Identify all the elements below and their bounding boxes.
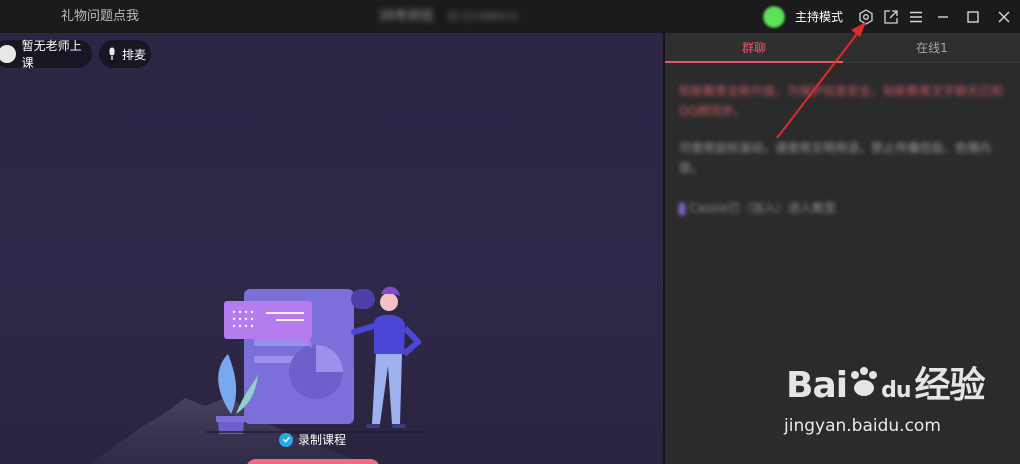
- record-course-toggle[interactable]: 录制课程: [279, 431, 346, 448]
- watermark-bai: Bai: [786, 365, 848, 406]
- popout-icon: [883, 9, 898, 24]
- maximize-button[interactable]: [958, 0, 988, 33]
- host-mode-button[interactable]: 主持模式: [795, 8, 843, 25]
- record-course-label: 录制课程: [298, 433, 347, 447]
- title-bar-controls: 主持模式: [762, 0, 1020, 33]
- tab-online-users[interactable]: 在线1: [843, 33, 1020, 63]
- menu-button[interactable]: [903, 0, 928, 33]
- teacher-status-badge: 暂无老师上课: [0, 39, 92, 70]
- minimize-icon: [938, 15, 948, 18]
- title-bar: 礼物问题点我 38考研班 ID:23389551 主持模式: [0, 0, 1020, 33]
- empty-class-illustration: [206, 286, 426, 434]
- classroom-app: 礼物问题点我 38考研班 ID:23389551 主持模式 暂无老师上课 排麦 …: [0, 0, 1020, 464]
- chat-tip-message: 可使用鼠标滚动，请使用文明用语，禁止传播低俗、色情内容。: [679, 141, 992, 175]
- gift-help-link[interactable]: 礼物问题点我: [61, 5, 139, 24]
- join-message-text: Cassie已（加入）进入教室: [689, 201, 836, 215]
- panel-tabs: 群聊 在线1: [665, 33, 1020, 63]
- minimize-button[interactable]: [928, 0, 958, 33]
- close-button[interactable]: [988, 0, 1020, 33]
- baidu-watermark: Bai du 经验 jingyan.baidu.com: [784, 356, 994, 446]
- active-tab-indicator: [665, 61, 843, 63]
- teacher-avatar: [0, 45, 16, 63]
- checkmark-icon: [279, 432, 293, 447]
- popout-button[interactable]: [878, 0, 903, 33]
- settings-button[interactable]: [853, 0, 878, 33]
- system-notice-message: 知新教育全新升级，为保护信息安全，知新教育文字聊天已和QQ群同步。: [679, 84, 1004, 118]
- join-message: Cassie已（加入）进入教室: [679, 198, 1009, 218]
- teacher-status-label: 暂无老师上课: [21, 39, 82, 70]
- room-title: 38考研班 ID:23389551: [378, 5, 519, 24]
- menu-icon: [909, 11, 922, 22]
- room-name: 38考研班: [378, 9, 434, 24]
- watermark-jingyan: 经验: [914, 365, 986, 406]
- start-class-button[interactable]: [246, 459, 380, 464]
- watermark-du: du: [881, 378, 911, 403]
- microphone-icon: [109, 47, 115, 60]
- paw-icon: [851, 367, 878, 396]
- video-stage: 暂无老师上课 排麦 录制课程: [0, 33, 663, 464]
- maximize-icon: [967, 10, 979, 23]
- watermark-url: jingyan.baidu.com: [784, 416, 941, 436]
- watermark-brand: Bai du 经验: [786, 356, 986, 408]
- mic-queue-button[interactable]: 排麦: [99, 40, 151, 68]
- settings-icon: [858, 8, 873, 25]
- user-tag-icon: [679, 202, 685, 215]
- mic-queue-label: 排麦: [122, 47, 147, 62]
- room-id: ID:23389551: [447, 10, 519, 23]
- tab-group-chat[interactable]: 群聊: [665, 33, 843, 63]
- close-icon: [998, 11, 1010, 22]
- online-status-icon: [762, 5, 785, 28]
